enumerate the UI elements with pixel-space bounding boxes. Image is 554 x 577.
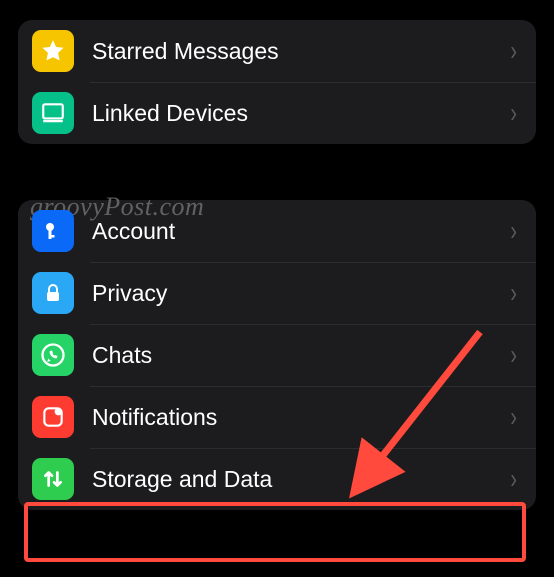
row-label: Chats (92, 342, 509, 369)
row-linked-devices[interactable]: Linked Devices › (18, 82, 536, 144)
chevron-right-icon: › (510, 35, 517, 67)
row-storage-and-data[interactable]: Storage and Data › (18, 448, 536, 510)
row-label: Starred Messages (92, 38, 509, 65)
row-starred-messages[interactable]: Starred Messages › (18, 20, 536, 82)
chevron-right-icon: › (510, 97, 517, 129)
chevron-right-icon: › (510, 215, 517, 247)
whatsapp-icon (32, 334, 74, 376)
row-label: Linked Devices (92, 100, 509, 127)
chevron-right-icon: › (510, 339, 517, 371)
chevron-right-icon: › (510, 463, 517, 495)
key-icon (32, 210, 74, 252)
annotation-highlight (24, 502, 526, 562)
chevron-right-icon: › (510, 401, 517, 433)
row-label: Storage and Data (92, 466, 509, 493)
lock-icon (32, 272, 74, 314)
row-privacy[interactable]: Privacy › (18, 262, 536, 324)
desktop-icon (32, 92, 74, 134)
star-icon (32, 30, 74, 72)
updown-icon (32, 458, 74, 500)
row-label: Privacy (92, 280, 509, 307)
row-label: Account (92, 218, 509, 245)
chevron-right-icon: › (510, 277, 517, 309)
notification-icon (32, 396, 74, 438)
row-notifications[interactable]: Notifications › (18, 386, 536, 448)
row-account[interactable]: Account › (18, 200, 536, 262)
row-chats[interactable]: Chats › (18, 324, 536, 386)
settings-group-2: Account › Privacy › Chats › Notification… (18, 200, 536, 510)
row-label: Notifications (92, 404, 509, 431)
settings-group-1: Starred Messages › Linked Devices › (18, 20, 536, 144)
